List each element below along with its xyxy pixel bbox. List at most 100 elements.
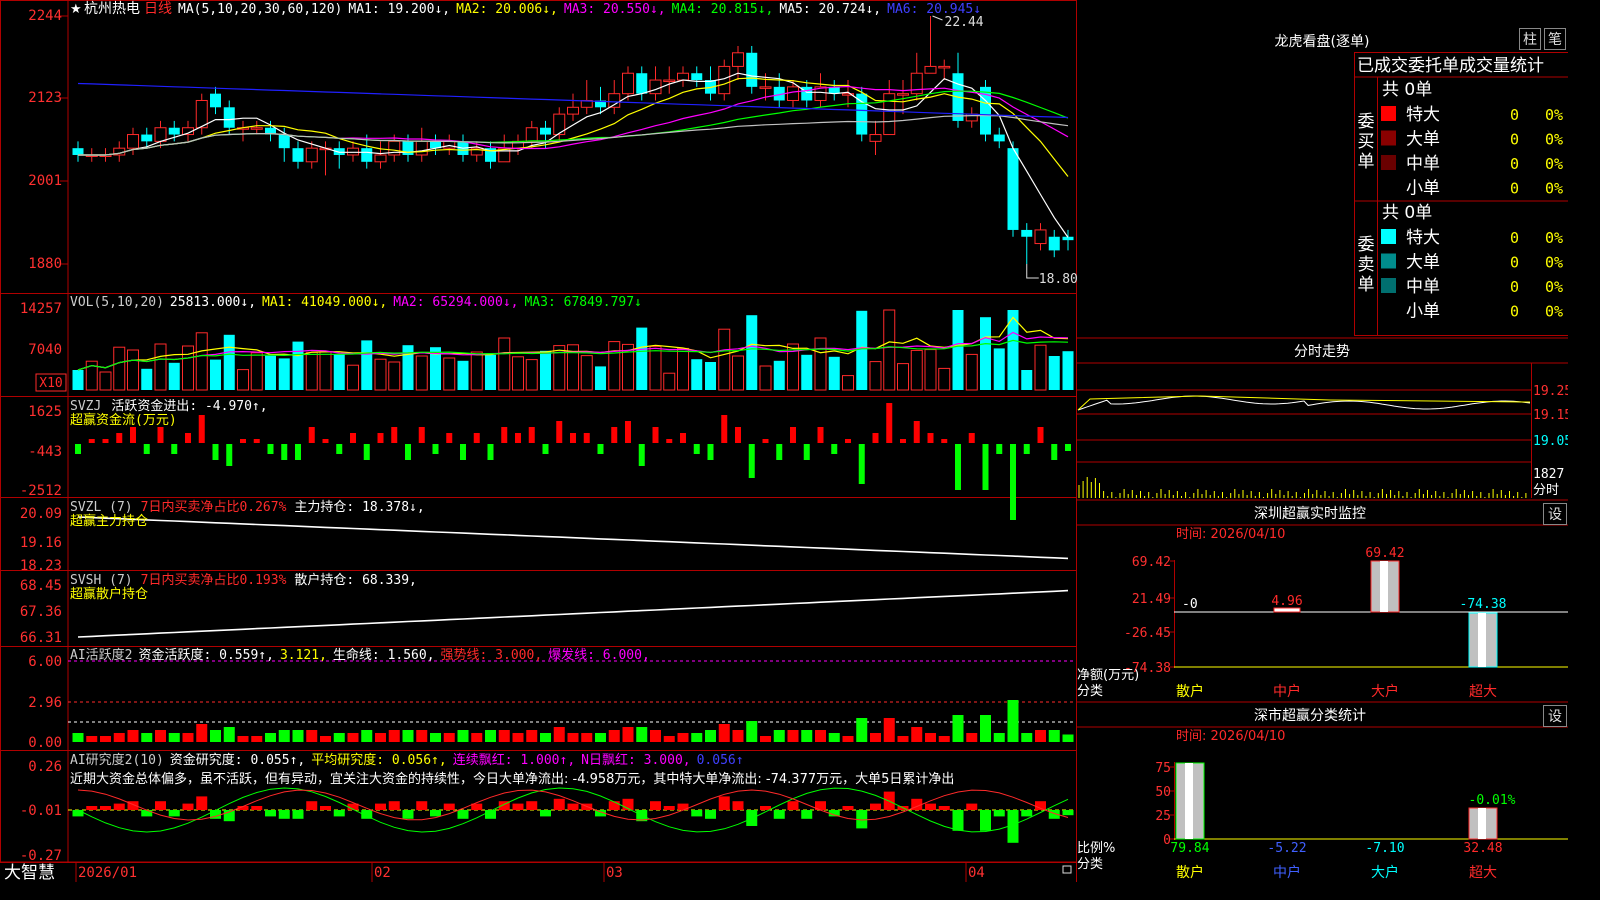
sz-bar-super-hl	[1478, 613, 1486, 667]
activity-bar	[72, 733, 84, 742]
activity-bar	[705, 730, 716, 742]
research-bar	[966, 803, 978, 810]
activity-bar	[553, 727, 565, 742]
vol-bar	[608, 341, 621, 391]
candle-body	[649, 79, 662, 95]
activity-bar	[650, 730, 661, 742]
sell-row-pct: 0%	[1545, 229, 1563, 247]
sell-row-name: 中单	[1406, 277, 1440, 297]
fl-value-label: 32.48	[1463, 841, 1502, 856]
vol-bar	[773, 360, 785, 390]
flow-bar	[377, 433, 384, 443]
buy-row-name: 小单	[1406, 179, 1440, 199]
fl-axis-title: 比例%	[1077, 841, 1115, 856]
flow-bar	[1051, 444, 1058, 460]
kline-chart[interactable]: 2244 2123 2001 1880 22.44 18.80 ★ 杭州热电 日线 MA(5,10…	[0, 0, 1568, 882]
candle-body	[759, 86, 772, 89]
vol-tick-label: 7040	[28, 342, 62, 358]
flow-bar	[281, 444, 288, 460]
ai2-legend-5: 爆发线: 6.000,	[548, 647, 650, 663]
flow-bar	[1023, 444, 1030, 454]
fl-settings-button[interactable]: 设	[1543, 705, 1567, 727]
vol-bar	[374, 358, 387, 391]
activity-bar	[526, 730, 538, 742]
ai2-legend-1: 资金活跃度: 0.559↑,	[138, 647, 273, 663]
buy-row-name: 特大	[1406, 105, 1440, 125]
ai2-tick-label: 2.96	[28, 695, 62, 711]
vol-bar	[883, 309, 896, 391]
sell-row-swatch	[1381, 229, 1396, 244]
vol-bar	[814, 337, 827, 391]
activity-bar	[595, 733, 606, 742]
flow-bar	[267, 444, 274, 454]
candle-body	[210, 93, 221, 108]
vol-bar	[223, 334, 235, 390]
research-bar	[553, 798, 565, 810]
activity-bar	[388, 730, 400, 742]
vol-bar	[141, 368, 153, 390]
buy-row-name: 大单	[1406, 130, 1440, 150]
research-bar	[663, 806, 675, 810]
svzl-legend-0: SVZL (7)	[70, 500, 133, 515]
flow-bar	[556, 421, 563, 443]
candle-body	[1048, 236, 1060, 251]
vol-bar	[718, 328, 731, 391]
flow-bar	[418, 427, 425, 443]
flow-bar	[185, 433, 191, 443]
sell-total: 共 0单	[1382, 203, 1432, 223]
vol-bar	[457, 360, 469, 390]
candle-body	[347, 147, 359, 156]
panel-frame-0	[0, 0, 1077, 294]
activity-bar	[1021, 733, 1033, 742]
pen-mode-button[interactable]: 笔	[1544, 28, 1566, 50]
ma-legend-1: MA1: 19.200↓,	[348, 2, 450, 17]
research-bar	[416, 801, 428, 810]
activity-bar	[952, 715, 964, 742]
activity-bar	[828, 733, 840, 742]
bar-mode-button[interactable]: 柱	[1519, 28, 1541, 50]
candle-body	[402, 141, 414, 155]
sz-settings-button[interactable]: 设	[1543, 503, 1567, 525]
vol-bar	[402, 345, 414, 390]
res-legend-5: 0.056↑	[697, 753, 744, 768]
activity-bar	[168, 733, 180, 742]
research-bar	[278, 810, 290, 819]
vol-bar	[195, 332, 208, 391]
candle-body	[292, 148, 304, 162]
activity-bar	[375, 733, 386, 742]
fenshi-unit: 分时	[1533, 483, 1559, 498]
flow-bar	[680, 433, 686, 443]
flow-bar	[473, 433, 480, 443]
fl-category-label: 超大	[1469, 865, 1497, 881]
activity-bar	[113, 733, 125, 742]
flow-bar	[721, 415, 728, 443]
candle-body	[897, 93, 909, 96]
candle-body	[127, 134, 139, 149]
vol-bar	[649, 345, 662, 391]
research-bar	[141, 810, 153, 817]
vol-bar	[292, 341, 304, 390]
research-bar	[526, 801, 538, 810]
sz-time: 时间: 2026/04/10	[1176, 527, 1285, 542]
vol-bar	[333, 354, 345, 390]
flow-bar	[460, 444, 466, 460]
sz-y-label: -26.45	[1124, 626, 1171, 641]
svsh-line	[77, 589, 1069, 638]
vol-bar	[540, 350, 551, 390]
svsh-legend-2: 散户持仓: 68.339,	[294, 572, 416, 588]
buy-label-0: 委	[1358, 112, 1375, 132]
sell-row-value: 0	[1510, 303, 1519, 321]
svsh-tick-label: 68.45	[20, 578, 62, 594]
sz-value-label: 69.42	[1365, 546, 1404, 561]
flow-bar	[363, 444, 370, 460]
flow-bar	[625, 421, 631, 443]
activity-bar	[485, 730, 496, 742]
activity-bar	[1048, 730, 1060, 742]
vol-bar	[938, 367, 951, 391]
vol-bar	[305, 351, 318, 391]
vol-legend-2: MA1: 41049.000↓,	[262, 295, 387, 310]
lock-icon	[1062, 865, 1072, 874]
research-bar	[650, 801, 661, 810]
candle-body	[168, 127, 180, 135]
sz-value-label: 4.96	[1271, 594, 1302, 609]
